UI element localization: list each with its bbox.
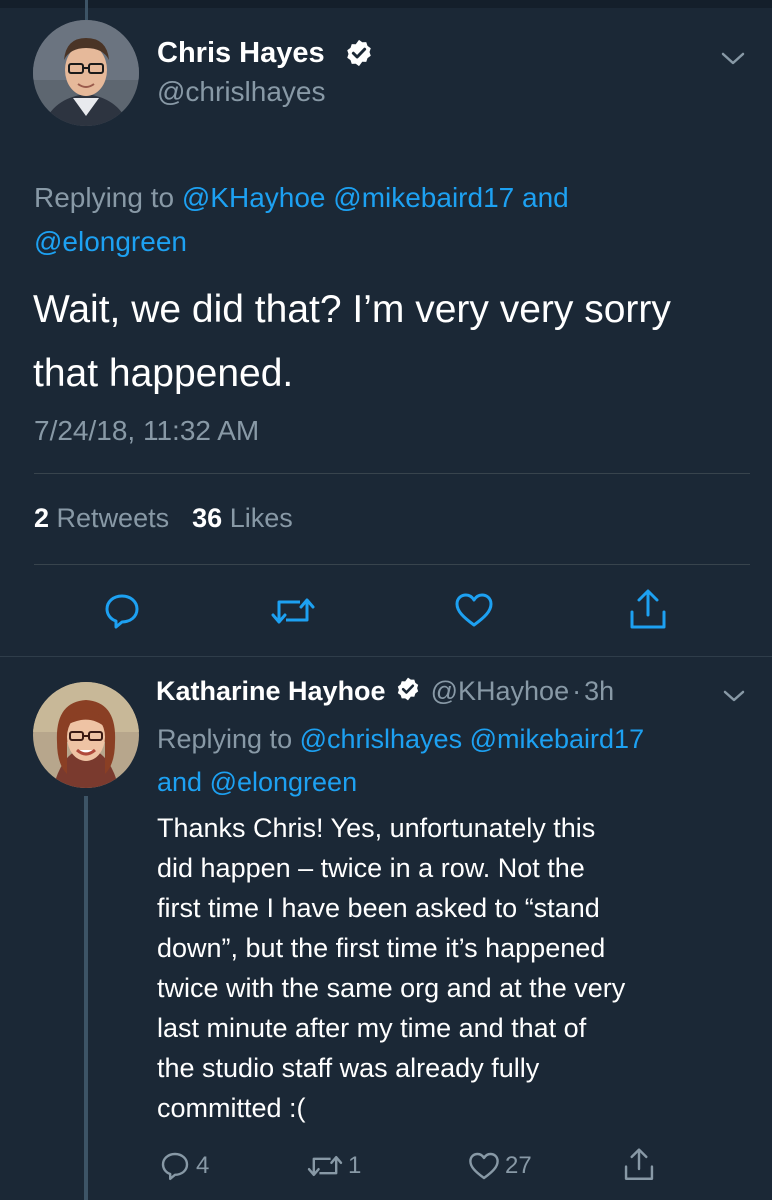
engagement-stats: 2 Retweets 36 Likes	[34, 503, 293, 534]
reply-text-line: committed :(	[157, 1093, 306, 1123]
retweet-icon[interactable]	[268, 591, 318, 631]
verified-badge-icon	[395, 676, 421, 709]
reply-action[interactable]: 4	[158, 1150, 209, 1182]
mention-mikebaird17[interactable]: @mikebaird17	[470, 724, 645, 754]
mention-mikebaird17[interactable]: @mikebaird17	[333, 182, 514, 213]
main-tweet-timestamp[interactable]: 7/24/18, 11:32 AM	[34, 415, 259, 447]
share-icon[interactable]	[622, 1146, 656, 1184]
thread-connector-line	[84, 796, 88, 1200]
reply-replying-to: Replying to @chrislhayes @mikebaird17 an…	[157, 718, 757, 804]
chevron-down-icon[interactable]	[722, 688, 746, 709]
main-replying-to: Replying to @KHayhoe @mikebaird17 and @e…	[34, 176, 744, 264]
reply-author-name[interactable]: Katharine Hayhoe	[156, 676, 386, 706]
reply-icon[interactable]	[102, 591, 142, 631]
retweet-icon[interactable]	[304, 1150, 346, 1182]
reply-separator: ·	[572, 676, 582, 706]
mention-elongreen[interactable]: @elongreen	[210, 767, 358, 797]
mention-khayhoe[interactable]: @KHayhoe	[182, 182, 326, 213]
heart-icon[interactable]	[453, 590, 495, 630]
retweets-label[interactable]: Retweets	[57, 503, 170, 533]
chevron-down-icon[interactable]	[720, 50, 746, 73]
reply-header: Katharine Hayhoe @KHayhoe · 3h	[156, 676, 614, 709]
top-status-strip	[0, 0, 772, 8]
reply-text-line: did happen – twice in a row. Not the	[157, 853, 585, 883]
katharine-hayhoe-avatar[interactable]	[33, 682, 139, 788]
reply-text-line: first time I have been asked to “stand	[157, 893, 600, 923]
chris-hayes-avatar[interactable]	[33, 20, 139, 126]
reply-text-line: twice with the same org and at the very	[157, 973, 626, 1003]
replying-to-label: Replying to	[157, 724, 293, 754]
like-count: 27	[505, 1152, 532, 1179]
main-tweet-text-line: Wait, we did that? I’m very very sorry	[33, 288, 671, 331]
reply-text-line: last minute after my time and that of	[157, 1013, 587, 1043]
replying-to-label: Replying to	[34, 182, 175, 213]
reply-tweet-text: Thanks Chris! Yes, unfortunately this di…	[157, 808, 757, 1128]
mention-and-others[interactable]: and	[522, 182, 569, 213]
retweet-action[interactable]: 1	[304, 1150, 361, 1182]
share-icon[interactable]	[627, 587, 669, 633]
verified-badge-icon	[344, 38, 374, 73]
divider-2	[34, 564, 750, 565]
reply-count: 4	[196, 1152, 210, 1179]
likes-count[interactable]: 36	[192, 503, 222, 533]
retweets-count[interactable]: 2	[34, 503, 49, 533]
retweet-count: 1	[348, 1152, 362, 1179]
reply-text-line: the studio staff was already fully	[157, 1053, 540, 1083]
thread-connector-top	[85, 0, 88, 20]
reply-text-line: Thanks Chris! Yes, unfortunately this	[157, 813, 596, 843]
likes-label[interactable]: Likes	[230, 503, 293, 533]
main-author-name[interactable]: Chris Hayes	[157, 37, 325, 70]
like-action[interactable]: 27	[467, 1150, 532, 1182]
reply-author-handle[interactable]: @KHayhoe	[431, 676, 569, 706]
main-tweet-text: Wait, we did that? I’m very very sorry t…	[33, 278, 753, 406]
mention-and-others[interactable]: and	[157, 767, 202, 797]
reply-icon[interactable]	[158, 1150, 192, 1182]
divider-3	[0, 656, 772, 657]
main-tweet-text-line: that happened.	[33, 352, 294, 395]
reply-text-line: down”, but the first time it’s happened	[157, 933, 606, 963]
heart-icon[interactable]	[467, 1150, 501, 1182]
mention-elongreen[interactable]: @elongreen	[34, 226, 187, 257]
main-author-handle[interactable]: @chrislhayes	[157, 76, 325, 108]
mention-chrislhayes[interactable]: @chrislhayes	[300, 724, 462, 754]
reply-time-ago[interactable]: 3h	[584, 676, 614, 706]
divider-1	[34, 473, 750, 474]
